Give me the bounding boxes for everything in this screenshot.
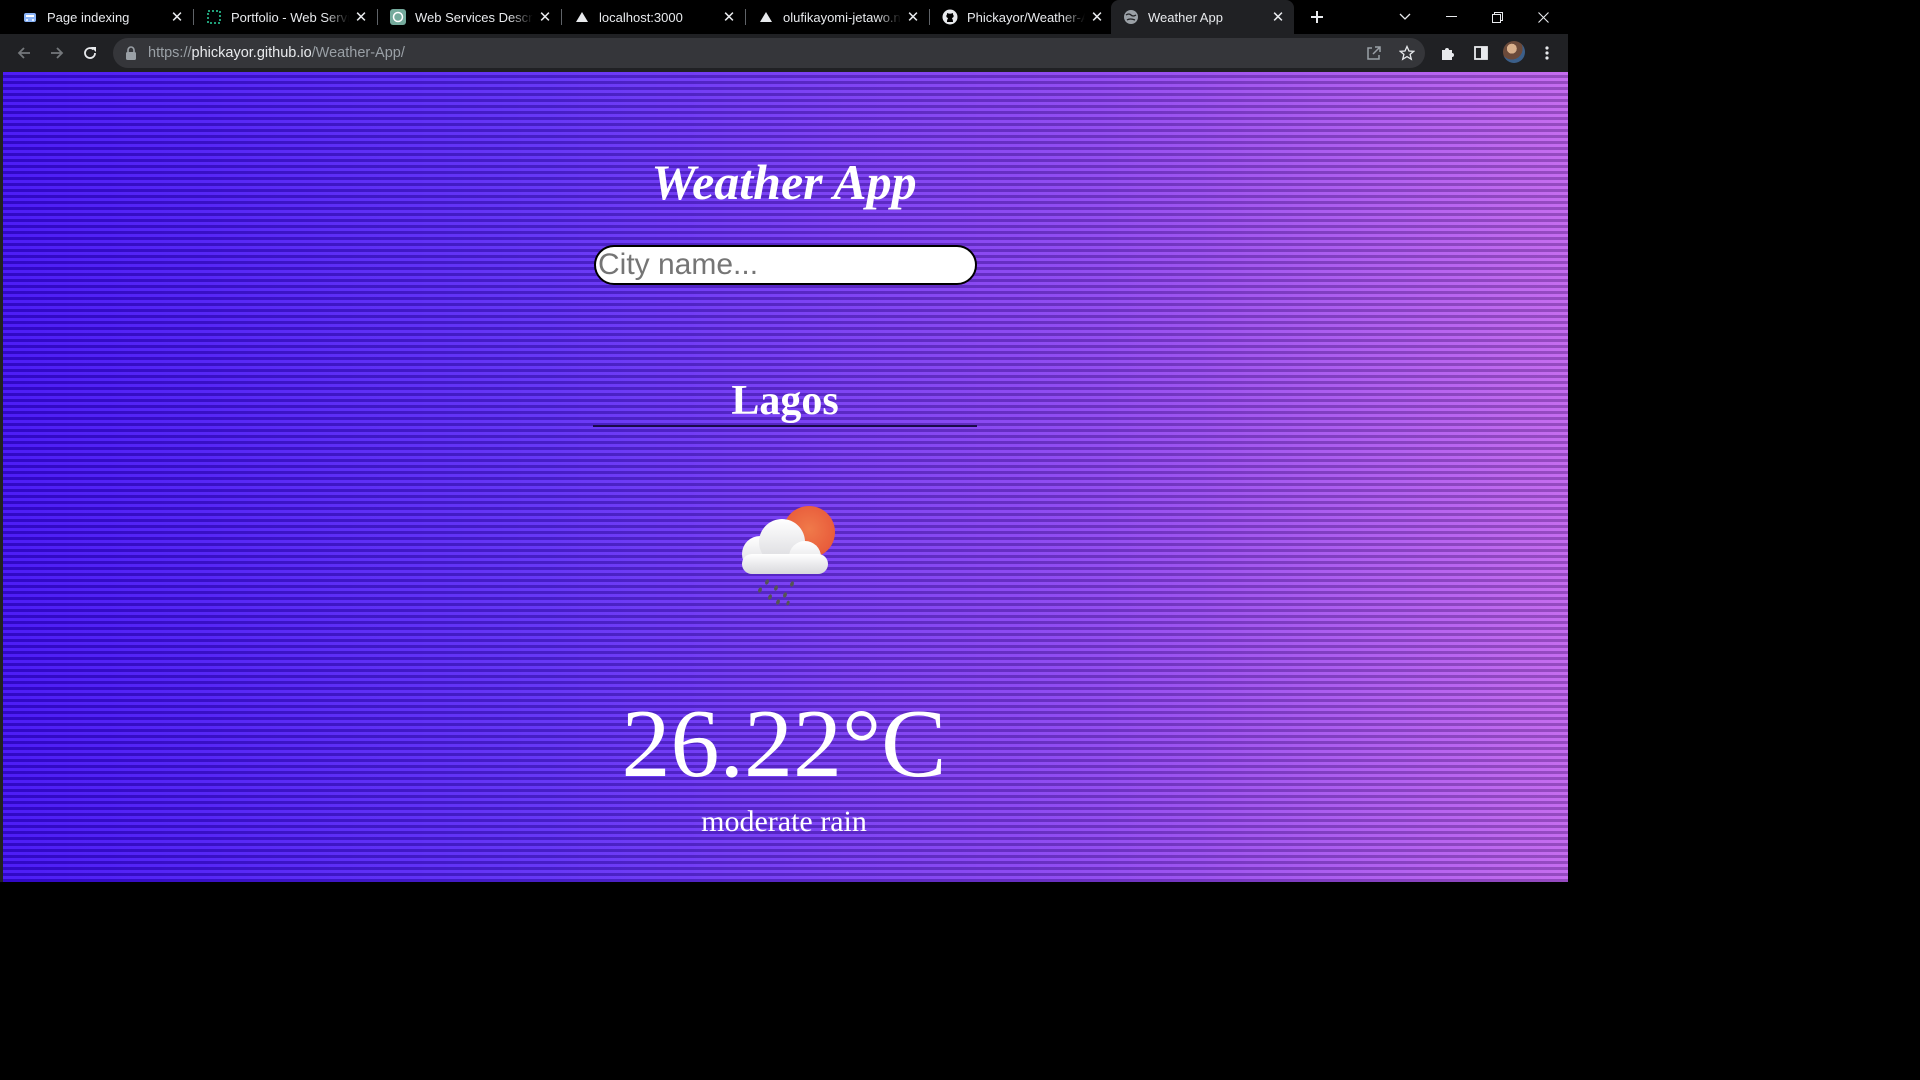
tab-netlify[interactable]: olufikayomi-jetawo.netlify.app ✕: [736, 0, 930, 34]
browser-toolbar: https://phickayor.github.io/Weather-App/: [0, 34, 1568, 72]
chevron-down-icon: [1399, 13, 1411, 20]
forward-button[interactable]: [45, 41, 69, 65]
share-button[interactable]: [1362, 41, 1386, 65]
restore-icon: [1491, 11, 1503, 23]
close-tab-icon[interactable]: ✕: [1270, 9, 1286, 26]
tab-title: localhost:3000: [599, 9, 683, 25]
close-tab-icon[interactable]: ✕: [1089, 9, 1105, 26]
tab-title: olufikayomi-jetawo.netlify.app: [783, 9, 901, 25]
more-vert-icon: [1545, 46, 1549, 60]
minimize-icon: [1445, 16, 1457, 17]
reload-icon: [84, 47, 96, 59]
plus-icon: [1311, 11, 1323, 23]
tab-title: Phickayor/Weather-App: [967, 9, 1085, 25]
tab-title: Web Services Description: [415, 9, 533, 25]
weather-description: moderate rain: [701, 805, 867, 838]
close-tab-icon[interactable]: ✕: [353, 9, 369, 26]
tab-page-indexing[interactable]: Page indexing ✕: [0, 0, 194, 34]
temperature: 26.22°C: [621, 690, 947, 798]
puzzle-icon: [1442, 48, 1454, 60]
tab-title: Weather App: [1148, 9, 1223, 25]
github-icon: [942, 9, 958, 25]
page-title: Weather App: [651, 154, 917, 210]
url-scheme: https://: [148, 45, 192, 61]
back-button[interactable]: [12, 41, 36, 65]
dashed-square-icon: [206, 9, 222, 25]
share-icon: [1367, 46, 1381, 60]
weather-app-page: Weather App Lagos: [0, 72, 1568, 882]
arrow-left-icon: [17, 47, 30, 59]
triangle-icon: [574, 9, 590, 25]
close-window-button[interactable]: [1520, 0, 1566, 34]
openai-icon: [390, 9, 406, 25]
arrow-right-icon: [51, 47, 64, 59]
tab-web-services-description[interactable]: Web Services Description ✕: [368, 0, 562, 34]
side-panel-icon: [1474, 46, 1488, 60]
url-host: phickayor.github.io: [191, 45, 312, 61]
minimize-button[interactable]: [1428, 0, 1474, 34]
close-tab-icon[interactable]: ✕: [905, 9, 921, 26]
tab-title: Portfolio - Web Services: [231, 9, 349, 25]
tab-strip: Page indexing ✕ Portfolio - Web Services…: [0, 0, 1568, 34]
star-icon: [1399, 45, 1415, 61]
close-tab-icon[interactable]: ✕: [169, 9, 185, 26]
extensions-button[interactable]: [1436, 41, 1460, 65]
address-bar[interactable]: https://phickayor.github.io/Weather-App/: [113, 38, 1425, 68]
triangle-icon: [758, 9, 774, 25]
search-console-icon: [22, 9, 38, 25]
side-panel-button[interactable]: [1469, 41, 1493, 65]
lock-icon[interactable]: [125, 46, 137, 60]
reload-button[interactable]: [78, 41, 102, 65]
new-tab-button[interactable]: [1305, 5, 1329, 29]
tab-search-button[interactable]: [1382, 0, 1428, 34]
tab-localhost[interactable]: localhost:3000 ✕: [552, 0, 746, 34]
close-icon: [1537, 11, 1549, 23]
tab-weather-app[interactable]: Weather App ✕: [1111, 0, 1294, 34]
globe-icon: [1123, 9, 1139, 25]
url-path: /Weather-App/: [311, 45, 405, 61]
city-name: Lagos: [593, 377, 977, 427]
tab-portfolio[interactable]: Portfolio - Web Services ✕: [184, 0, 378, 34]
cloud-sun-rain-icon: [730, 502, 840, 607]
bookmark-button[interactable]: [1395, 41, 1419, 65]
close-tab-icon[interactable]: ✕: [721, 9, 737, 26]
close-tab-icon[interactable]: ✕: [537, 9, 553, 26]
restore-button[interactable]: [1474, 0, 1520, 34]
tab-title: Page indexing: [47, 9, 130, 25]
profile-avatar[interactable]: [1503, 41, 1525, 63]
city-search-input[interactable]: [594, 245, 977, 285]
menu-button[interactable]: [1535, 41, 1559, 65]
tab-github-repo[interactable]: Phickayor/Weather-App ✕: [920, 0, 1113, 34]
